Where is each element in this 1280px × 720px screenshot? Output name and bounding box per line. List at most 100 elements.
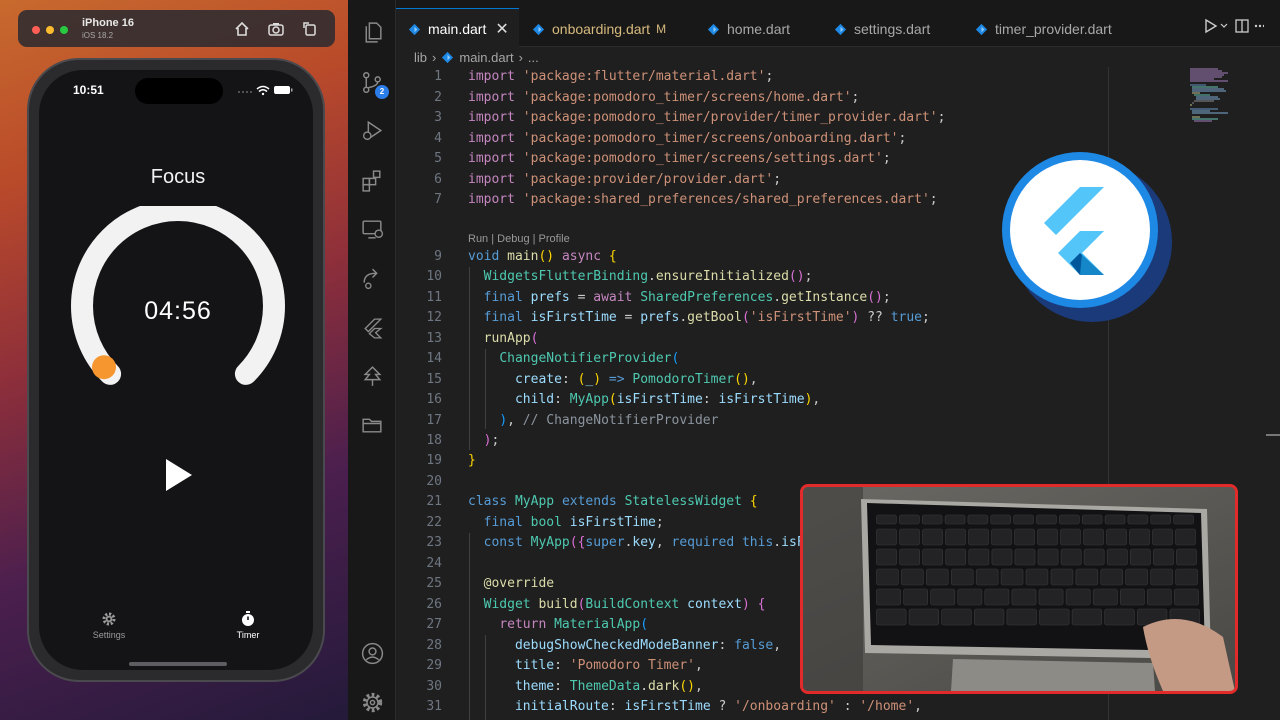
keyboard-key bbox=[1083, 548, 1105, 566]
extensions-icon[interactable] bbox=[360, 168, 385, 193]
dart-file-icon bbox=[532, 23, 545, 35]
line-number: 22 bbox=[426, 515, 442, 530]
testing-icon[interactable] bbox=[360, 364, 385, 389]
keyboard-key bbox=[991, 528, 1012, 546]
line-number: 10 bbox=[426, 269, 442, 284]
keyboard-key bbox=[1106, 528, 1127, 546]
flutter-icon[interactable] bbox=[360, 316, 385, 341]
keyboard-key bbox=[1060, 548, 1082, 566]
breadcrumb-symbol[interactable]: ... bbox=[528, 50, 539, 65]
minimap[interactable] bbox=[1188, 67, 1238, 127]
more-actions-icon bbox=[1254, 24, 1264, 28]
keyboard-key bbox=[1119, 588, 1145, 606]
keyboard-key bbox=[1173, 514, 1194, 525]
keyboard-key bbox=[899, 548, 920, 566]
rotate-icon[interactable] bbox=[300, 19, 320, 39]
tab-timer[interactable]: Timer bbox=[218, 611, 278, 640]
split-editor-icon bbox=[1235, 19, 1249, 33]
line-number: 30 bbox=[426, 679, 442, 694]
line-number: 26 bbox=[426, 597, 442, 612]
activity-bar: 2 bbox=[348, 0, 396, 720]
zoom-window-button[interactable] bbox=[60, 26, 68, 34]
tab-label: settings.dart bbox=[854, 21, 931, 37]
dart-file-icon bbox=[834, 23, 847, 35]
tab-home-dart[interactable]: home.dart bbox=[707, 13, 790, 45]
keyboard-key bbox=[1092, 588, 1118, 606]
timer-mode-label: Focus bbox=[150, 166, 206, 188]
code-line-27: return MaterialApp( bbox=[499, 617, 649, 632]
keyboard-key bbox=[1150, 568, 1173, 586]
editor-tab-bar: main.dart ✕ onboarding.dart M home.dart … bbox=[396, 0, 1280, 47]
code-line-31: initialRoute: isFirstTime ? '/onboarding… bbox=[514, 699, 922, 714]
keyboard-key bbox=[944, 514, 966, 525]
account-icon[interactable] bbox=[360, 641, 385, 666]
gear-icon[interactable] bbox=[360, 690, 385, 715]
tab-settings-dart[interactable]: settings.dart bbox=[834, 13, 930, 45]
keyboard-key bbox=[922, 528, 943, 546]
tab-label: timer_provider.dart bbox=[995, 21, 1112, 37]
webcam-overlay bbox=[800, 484, 1238, 694]
keyboard-key bbox=[1081, 514, 1103, 525]
keyboard-key bbox=[1059, 514, 1080, 525]
keyboard-key bbox=[1071, 608, 1103, 626]
run-debug-icon[interactable] bbox=[360, 118, 385, 143]
dart-file-icon bbox=[975, 23, 988, 35]
line-number: 31 bbox=[426, 699, 442, 714]
live-share-icon[interactable] bbox=[360, 266, 385, 291]
code-line-15: create: (_) => PomodoroTimer(), bbox=[514, 372, 758, 387]
keyboard-key bbox=[968, 548, 990, 566]
modified-indicator: M bbox=[656, 22, 667, 36]
line-number: 19 bbox=[426, 453, 442, 468]
keyboard-key bbox=[957, 588, 983, 606]
breadcrumb: lib › main.dart › ... bbox=[414, 49, 544, 65]
keyboard-key bbox=[1039, 608, 1070, 626]
code-line-26: Widget build(BuildContext context) { bbox=[483, 597, 766, 612]
line-number: 6 bbox=[434, 172, 442, 187]
breadcrumb-folder[interactable]: lib bbox=[414, 50, 427, 65]
line-number: 16 bbox=[426, 392, 442, 407]
keyboard-key bbox=[990, 514, 1012, 525]
chevron-right-icon: › bbox=[432, 49, 437, 65]
tab-onboarding-dart[interactable]: onboarding.dart M bbox=[532, 13, 666, 45]
line-number: 17 bbox=[426, 413, 442, 428]
keyboard-key bbox=[926, 568, 949, 586]
code-line-11: final prefs = await SharedPreferences.ge… bbox=[483, 290, 891, 305]
code-line-12: final isFirstTime = prefs.getBool('isFir… bbox=[483, 310, 930, 325]
screenshot-icon[interactable] bbox=[266, 19, 286, 39]
line-number: 20 bbox=[426, 474, 442, 489]
home-indicator bbox=[129, 662, 227, 666]
explorer-icon[interactable] bbox=[360, 20, 385, 45]
keyboard-key bbox=[1065, 588, 1091, 606]
folders-icon[interactable] bbox=[360, 412, 385, 437]
keyboard-key bbox=[1050, 568, 1074, 586]
code-line-3: import 'package:pomodoro_timer/provider/… bbox=[468, 110, 946, 125]
remote-explorer-icon[interactable] bbox=[360, 217, 385, 242]
tab-settings[interactable]: Settings bbox=[79, 611, 139, 640]
codelens-run-debug-profile[interactable]: Run | Debug | Profile bbox=[468, 233, 570, 245]
close-tab-button[interactable]: ✕ bbox=[495, 19, 508, 39]
keyboard-key bbox=[1075, 568, 1099, 586]
code-line-29: title: 'Pomodoro Timer', bbox=[514, 658, 703, 673]
status-icons bbox=[238, 85, 293, 96]
tab-main-dart[interactable]: main.dart ✕ bbox=[408, 13, 509, 45]
keyboard-key bbox=[1025, 568, 1049, 586]
breadcrumb-file[interactable]: main.dart bbox=[459, 50, 513, 65]
keyboard-key bbox=[1013, 514, 1034, 525]
keyboard-key bbox=[1106, 548, 1128, 566]
home-icon[interactable] bbox=[232, 19, 252, 39]
play-button[interactable] bbox=[158, 455, 198, 495]
wifi-icon bbox=[256, 85, 270, 93]
stopwatch-icon bbox=[242, 611, 254, 626]
code-line-5: import 'package:pomodoro_timer/screens/s… bbox=[468, 151, 891, 166]
minimize-window-button[interactable] bbox=[46, 26, 54, 34]
code-line-2: import 'package:pomodoro_timer/screens/h… bbox=[468, 90, 860, 105]
editor-actions bbox=[1205, 18, 1264, 34]
line-number: 9 bbox=[434, 249, 442, 264]
close-window-button[interactable] bbox=[32, 26, 40, 34]
keyboard-key bbox=[876, 568, 899, 586]
timer-display: 04:56 bbox=[144, 297, 212, 325]
line-number: 23 bbox=[426, 535, 442, 550]
code-line-6: import 'package:provider/provider.dart'; bbox=[468, 172, 782, 187]
tab-label: main.dart bbox=[428, 21, 487, 37]
tab-timer-provider-dart[interactable]: timer_provider.dart bbox=[975, 13, 1112, 45]
